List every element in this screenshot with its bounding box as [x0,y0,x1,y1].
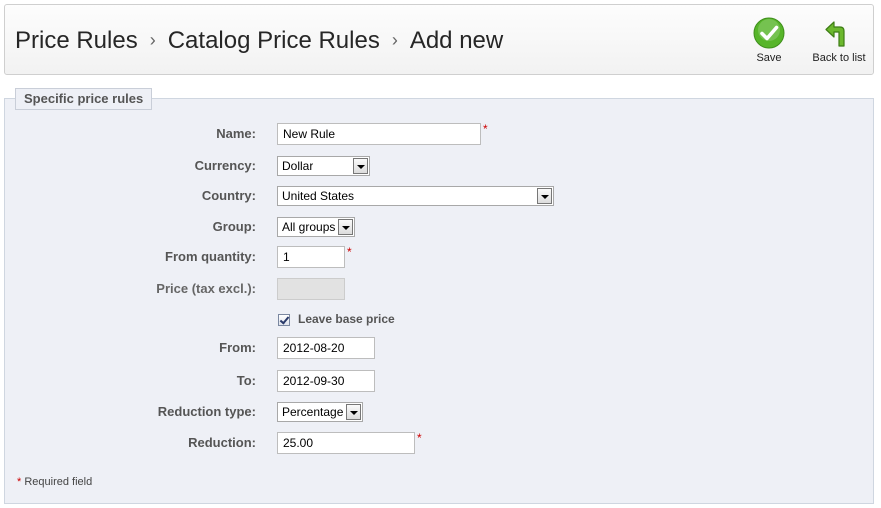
reduction-type-label: Reduction type: [157,404,256,419]
required-field-note: * Required field [17,476,92,488]
name-label: Name: [216,126,256,141]
group-label: Group: [212,219,256,234]
required-note-text: Required field [24,476,93,488]
group-row: Group: All groups [0,215,870,239]
back-arrow-icon [825,21,845,47]
price-label: Price (tax excl.): [156,281,256,296]
group-select[interactable]: All groups [277,217,355,237]
price-input[interactable] [277,278,345,300]
to-date-label: To: [236,373,256,388]
reduction-required-marker: * [417,431,422,445]
currency-row: Currency: Dollar [0,154,870,178]
name-input[interactable] [277,123,481,145]
back-to-list-button[interactable]: Back to list [809,17,869,64]
breadcrumb-separator-icon: › [149,30,156,50]
currency-select[interactable]: Dollar [277,156,370,176]
currency-label: Currency: [194,158,256,173]
reduction-label: Reduction: [188,435,256,450]
back-to-list-label: Back to list [812,52,866,64]
price-row: Price (tax excl.): [0,277,870,301]
breadcrumb-add-new: Add new [409,27,504,54]
country-label: Country: [201,188,256,203]
name-row: Name: * [0,122,870,146]
chevron-down-icon [537,188,552,204]
breadcrumb: Price Rules › Catalog Price Rules › Add new [15,27,503,55]
to-date-row: To: [0,369,870,393]
checkmark-icon [753,17,785,49]
from-quantity-required-marker: * [347,245,352,259]
leave-base-price-checkbox[interactable] [278,314,290,326]
leave-base-price-row: Leave base price [0,308,870,332]
from-date-row: From: [0,336,870,360]
name-required-marker: * [483,122,488,136]
chevron-down-icon [346,404,361,420]
chevron-down-icon [353,158,368,174]
required-star: * [17,476,22,488]
from-date-label: From: [219,340,256,355]
breadcrumb-catalog-price-rules[interactable]: Catalog Price Rules [168,27,380,54]
leave-base-price-label[interactable]: Leave base price [298,308,395,330]
breadcrumb-separator-icon: › [391,30,398,50]
reduction-type-row: Reduction type: Percentage [0,400,870,424]
reduction-input[interactable] [277,432,415,454]
chevron-down-icon [338,219,353,235]
reduction-type-value: Percentage [282,405,344,419]
toolbar: Price Rules › Catalog Price Rules › Add new … [4,4,874,75]
country-value: United States [282,189,355,203]
country-row: Country: United States [0,184,870,208]
reduction-row: Reduction: * [0,431,870,455]
save-label: Save [756,52,782,64]
from-quantity-row: From quantity: * [0,245,870,269]
panel-legend: Specific price rules [15,88,153,110]
currency-value: Dollar [282,159,314,173]
from-date-input[interactable] [277,337,375,359]
breadcrumb-price-rules[interactable]: Price Rules [15,27,138,54]
from-quantity-input[interactable] [277,246,345,268]
country-select[interactable]: United States [277,186,554,206]
save-button[interactable]: Save [753,17,785,64]
to-date-input[interactable] [277,370,375,392]
from-quantity-label: From quantity: [165,249,256,264]
reduction-type-select[interactable]: Percentage [277,402,363,422]
group-value: All groups [282,220,336,234]
